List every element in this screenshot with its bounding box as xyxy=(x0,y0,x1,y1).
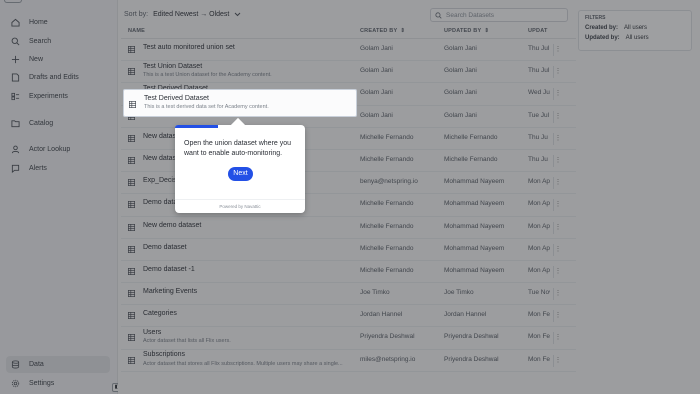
dataset-name[interactable]: Test Derived Dataset xyxy=(144,95,209,102)
tour-backdrop xyxy=(0,0,700,394)
tour-progress-bar xyxy=(175,125,218,128)
tour-message: Open the union dataset where you want to… xyxy=(184,140,292,157)
app-window: Home Search New Drafts and Edits Experim… xyxy=(0,0,700,394)
tour-tooltip: Open the union dataset where you want to… xyxy=(175,117,305,213)
powered-by-label: Powered by Navattic xyxy=(219,204,261,209)
highlighted-row[interactable]: Test Derived Dataset This is a test deri… xyxy=(123,89,357,117)
dataset-icon xyxy=(129,101,136,108)
next-button[interactable]: Next xyxy=(228,167,253,181)
divider xyxy=(175,199,305,200)
dataset-description: This is a test derived data set for Acad… xyxy=(144,104,269,110)
